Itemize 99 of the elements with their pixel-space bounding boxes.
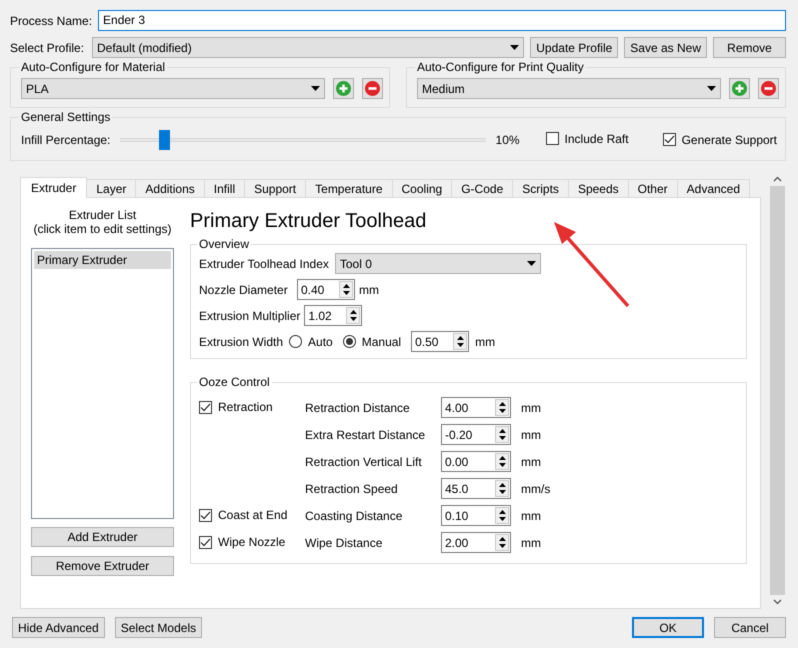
option-label: Manual [362,334,402,348]
slider-thumb[interactable] [159,130,170,150]
unit-label: mm [521,428,542,442]
group-title: Auto-Configure for Print Quality [416,60,585,74]
list-item[interactable]: Primary Extruder [34,251,171,269]
checkmark-icon [200,402,211,412]
checkbox[interactable]: Retraction [199,400,273,414]
slider-reading: 10% [496,133,520,147]
tab[interactable]: Speeds [568,179,629,198]
spin-arrows-icon[interactable] [346,307,360,324]
section-heading: Primary Extruder Toolhead [190,210,428,233]
number-field[interactable]: 2.00 [441,532,511,553]
dropdown-caret-icon [311,86,320,91]
list-hint: (click item to edit settings) [32,222,173,236]
unit-label: mm [521,536,542,550]
number-field[interactable]: 1.02 [304,305,362,326]
group-title: General Settings [20,110,112,124]
profile-button[interactable]: Save as New [624,37,707,58]
footer-button[interactable]: Select Models [114,617,202,638]
plus-icon [336,81,351,96]
field-label: Extruder Toolhead Index [199,256,329,270]
dialog-button[interactable]: Cancel [714,617,786,638]
radio-button[interactable] [289,335,302,348]
checkbox[interactable]: Wipe Nozzle [199,535,286,550]
spin-arrows-icon[interactable] [495,534,509,551]
dropdown-caret-icon [510,45,520,50]
group-title: Overview [198,237,250,251]
dropdown[interactable]: Tool 0 [334,253,541,274]
remove-button[interactable] [362,78,383,99]
field-label: Wipe Distance [305,536,384,550]
checkmark-icon [200,510,211,520]
field-label: Process Name: [10,14,92,28]
minus-icon [365,81,380,96]
profile-button[interactable]: Update Profile [530,37,618,58]
extruder-button[interactable]: Add Extruder [31,527,174,547]
tab[interactable]: Temperature [305,179,393,198]
spin-arrows-icon[interactable] [339,281,353,298]
profile-dropdown[interactable]: Default (modified) [92,37,524,58]
field-label: Infill Percentage: [21,133,110,147]
number-field[interactable]: -0.20 [441,424,511,445]
plus-icon [732,81,747,96]
dropdown[interactable]: Medium [417,78,721,99]
checkbox[interactable]: Include Raft [546,132,629,146]
spin-arrows-icon[interactable] [495,480,509,497]
radio-button[interactable] [342,335,356,348]
tab[interactable]: Scripts [512,179,569,198]
number-field[interactable]: 0.50 [411,331,470,352]
profile-button[interactable]: Remove [713,37,786,58]
spin-arrows-icon[interactable] [495,399,509,416]
tab[interactable]: Cooling [392,179,452,198]
dropdown-caret-icon [707,86,716,91]
number-field[interactable]: 0.00 [441,451,511,472]
field-label: Retraction Distance [305,400,411,414]
checkbox[interactable]: Generate Support [662,132,777,147]
field-label: Nozzle Diameter [199,282,289,296]
spin-arrows-icon[interactable] [495,426,509,443]
unit-label: mm [475,334,496,348]
dropdown[interactable]: PLA [21,78,325,99]
unit-label: mm [359,282,379,296]
field-label: Retraction Speed [305,482,399,496]
number-field[interactable]: 0.40 [297,279,355,300]
field-label: Extrusion Multiplier [199,308,300,322]
spin-arrows-icon[interactable] [495,453,509,470]
list-title: Extruder List [68,208,138,222]
dropdown-caret-icon [526,261,536,266]
field-label: Select Profile: [10,40,86,54]
dialog-button[interactable]: OK [632,617,704,638]
field-label: Extra Restart Distance [305,428,426,442]
unit-label: mm [521,454,542,468]
number-field[interactable]: 4.00 [441,397,511,418]
unit-label: mm [521,508,542,522]
tab[interactable]: Layer [86,179,136,198]
group-title: Ooze Control [198,375,271,389]
tab[interactable]: Extruder [20,177,88,198]
option-label: Auto [308,334,333,348]
add-button[interactable] [333,78,354,99]
field-label: Retraction Vertical Lift [305,454,423,468]
scroll-down-icon[interactable] [773,599,782,605]
extruder-button[interactable]: Remove Extruder [31,556,174,576]
tab[interactable]: Support [244,179,306,198]
number-field[interactable]: 0.10 [441,505,511,526]
tab[interactable]: Advanced [676,179,750,198]
field-label: Coasting Distance [305,508,404,522]
scroll-up-icon[interactable] [773,176,782,182]
unit-label: mm [521,400,542,414]
add-button[interactable] [729,78,750,99]
remove-button[interactable] [758,78,779,99]
spin-arrows-icon[interactable] [453,333,468,350]
process-name-field[interactable]: Ender 3 [98,10,786,31]
checkbox[interactable]: Coast at End [199,508,288,522]
unit-label: mm/s [521,482,552,496]
spin-arrows-icon[interactable] [495,507,509,524]
number-field[interactable]: 45.0 [441,478,511,499]
checkmark-icon [200,538,211,547]
checkmark-icon [664,135,675,144]
group-title: Auto-Configure for Material [20,60,166,74]
field-label: Extrusion Width [199,334,284,348]
minus-icon [761,81,776,96]
footer-button[interactable]: Hide Advanced [12,617,105,638]
